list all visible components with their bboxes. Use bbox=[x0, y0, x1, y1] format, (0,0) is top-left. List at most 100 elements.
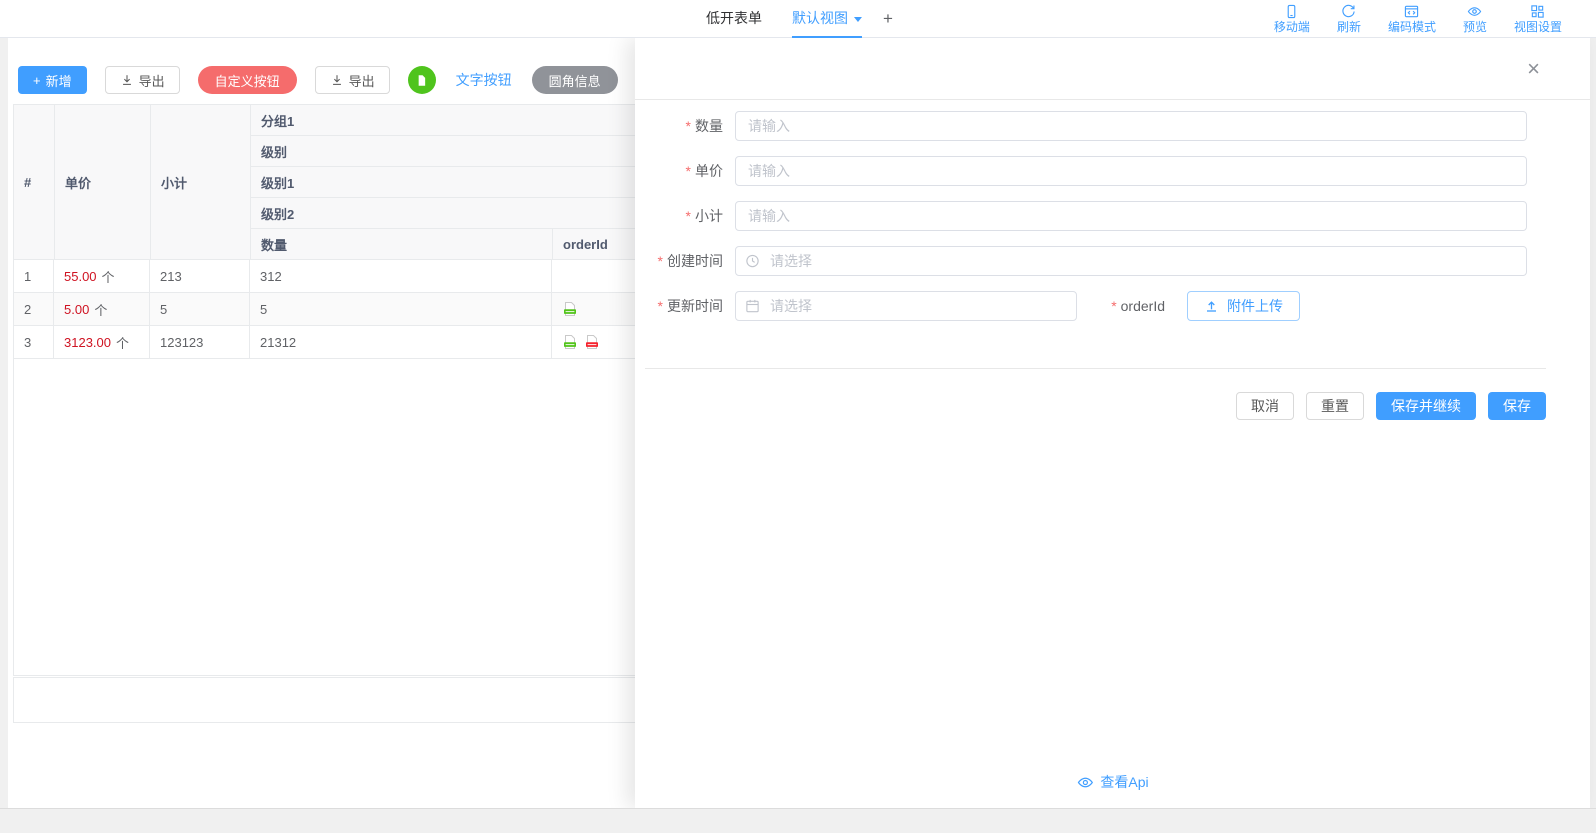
download-icon bbox=[330, 73, 344, 87]
tab-form-label: 低开表单 bbox=[706, 8, 762, 28]
price-unit: 个 bbox=[116, 333, 129, 352]
save-and-continue-button[interactable]: 保存并继续 bbox=[1376, 392, 1476, 420]
form-row-create-time: 创建时间 bbox=[635, 246, 1590, 276]
export-button-2[interactable]: 导出 bbox=[315, 66, 390, 94]
custom-pill-button[interactable]: 自定义按钮 bbox=[198, 66, 297, 94]
save-button[interactable]: 保存 bbox=[1488, 392, 1546, 420]
cell-subtotal: 123123 bbox=[150, 326, 250, 358]
topbar: 低开表单 默认视图 + 移动端 刷新 编码模式 预览 视图设置 bbox=[0, 0, 1596, 38]
download-icon bbox=[120, 73, 134, 87]
column-header-quantity: 数量 bbox=[251, 229, 553, 259]
mobile-preview-label: 移动端 bbox=[1274, 20, 1310, 34]
tab-default-view-label: 默认视图 bbox=[792, 8, 848, 28]
text-button-label: 文字按钮 bbox=[456, 70, 512, 90]
cell-subtotal: 213 bbox=[150, 260, 250, 292]
cell-subtotal: 5 bbox=[150, 293, 250, 325]
form-row-quantity: 数量 bbox=[635, 111, 1590, 141]
subtotal-input[interactable] bbox=[735, 201, 1527, 231]
edit-drawer: × 数量 单价 小计 创建时间 bbox=[635, 38, 1590, 808]
quantity-field-wrap bbox=[735, 111, 1527, 141]
preview-label: 预览 bbox=[1463, 20, 1487, 34]
excel-file-icon[interactable] bbox=[562, 301, 578, 317]
create-time-input[interactable] bbox=[735, 246, 1527, 276]
close-icon[interactable]: × bbox=[1527, 58, 1540, 80]
cancel-button[interactable]: 取消 bbox=[1236, 392, 1294, 420]
preview-eye-icon bbox=[1467, 4, 1482, 19]
form-divider bbox=[645, 368, 1546, 369]
price-unit: 个 bbox=[94, 300, 107, 319]
column-header-subtotal: 小计 bbox=[151, 105, 251, 259]
price-unit: 个 bbox=[102, 267, 115, 286]
view-settings-button[interactable]: 视图设置 bbox=[1514, 4, 1562, 34]
custom-pill-label: 自定义按钮 bbox=[215, 71, 280, 90]
add-button-label: 新增 bbox=[46, 71, 72, 90]
view-api-link[interactable]: 查看Api bbox=[1076, 772, 1148, 792]
quantity-input[interactable] bbox=[735, 111, 1527, 141]
unit-price-field-wrap bbox=[735, 156, 1527, 186]
plus-icon: + bbox=[33, 73, 41, 88]
excel-file-icon[interactable] bbox=[562, 334, 578, 350]
view-settings-grid-icon bbox=[1530, 4, 1545, 19]
cell-quantity: 312 bbox=[250, 260, 552, 292]
calendar-icon bbox=[745, 299, 760, 314]
tab-bar: 低开表单 默认视图 + bbox=[691, 0, 893, 38]
rounded-info-button[interactable]: 圆角信息 bbox=[532, 66, 618, 94]
code-mode-button[interactable]: 编码模式 bbox=[1388, 4, 1436, 34]
drawer-header: × bbox=[635, 38, 1590, 100]
drawer-actions: 取消 重置 保存并继续 保存 bbox=[635, 392, 1546, 420]
refresh-button[interactable]: 刷新 bbox=[1337, 4, 1361, 34]
export-button-2-label: 导出 bbox=[349, 71, 375, 90]
code-mode-icon bbox=[1404, 4, 1419, 19]
page-footer-strip bbox=[0, 808, 1596, 833]
mobile-icon bbox=[1284, 4, 1299, 19]
refresh-label: 刷新 bbox=[1337, 20, 1361, 34]
cell-unit-price: 5.00 个 bbox=[54, 293, 150, 325]
refresh-icon bbox=[1341, 4, 1356, 19]
cell-unit-price: 55.00 个 bbox=[54, 260, 150, 292]
file-circle-button[interactable] bbox=[408, 66, 436, 94]
text-button[interactable]: 文字按钮 bbox=[454, 66, 514, 94]
form-row-unit-price: 单价 bbox=[635, 156, 1590, 186]
add-button[interactable]: + 新增 bbox=[18, 66, 87, 94]
preview-button[interactable]: 预览 bbox=[1463, 4, 1487, 34]
subtotal-label: 小计 bbox=[635, 206, 735, 226]
create-time-field-wrap bbox=[735, 246, 1527, 276]
unit-price-input[interactable] bbox=[735, 156, 1527, 186]
attachment-upload-label: 附件上传 bbox=[1227, 296, 1283, 316]
add-view-button[interactable]: + bbox=[883, 0, 893, 38]
tab-default-view[interactable]: 默认视图 bbox=[792, 0, 862, 38]
file-icon bbox=[415, 74, 428, 87]
mobile-preview-button[interactable]: 移动端 bbox=[1274, 4, 1310, 34]
cell-quantity: 5 bbox=[250, 293, 552, 325]
cell-unit-price: 3123.00 个 bbox=[54, 326, 150, 358]
eye-icon bbox=[1076, 774, 1093, 791]
subtotal-field-wrap bbox=[735, 201, 1527, 231]
reset-button[interactable]: 重置 bbox=[1306, 392, 1364, 420]
price-value: 55.00 bbox=[64, 269, 97, 284]
topbar-actions: 移动端 刷新 编码模式 预览 视图设置 bbox=[1274, 4, 1562, 34]
form-row-update-time-order: 更新时间 orderId 附件上传 bbox=[635, 291, 1590, 321]
chevron-down-icon bbox=[854, 17, 862, 22]
tab-form[interactable]: 低开表单 bbox=[706, 0, 762, 38]
rounded-info-label: 圆角信息 bbox=[549, 71, 601, 90]
cell-index: 2 bbox=[14, 293, 54, 325]
attachment-upload-button[interactable]: 附件上传 bbox=[1187, 291, 1300, 321]
export-button-1-label: 导出 bbox=[139, 71, 165, 90]
create-time-label: 创建时间 bbox=[635, 251, 735, 271]
quantity-label: 数量 bbox=[635, 116, 735, 136]
cell-index: 1 bbox=[14, 260, 54, 292]
update-time-input[interactable] bbox=[735, 291, 1077, 321]
clock-icon bbox=[745, 254, 760, 269]
price-value: 3123.00 bbox=[64, 335, 111, 350]
price-value: 5.00 bbox=[64, 302, 89, 317]
column-header-index: # bbox=[14, 105, 55, 259]
drawer-body: 数量 单价 小计 创建时间 bbox=[635, 100, 1590, 807]
unit-price-label: 单价 bbox=[635, 161, 735, 181]
upload-icon bbox=[1204, 299, 1219, 314]
export-button-1[interactable]: 导出 bbox=[105, 66, 180, 94]
column-header-unit-price: 单价 bbox=[55, 105, 151, 259]
update-time-field-wrap bbox=[735, 291, 1077, 321]
cell-quantity: 21312 bbox=[250, 326, 552, 358]
pdf-file-icon[interactable] bbox=[584, 334, 600, 350]
view-api-label: 查看Api bbox=[1100, 772, 1148, 792]
